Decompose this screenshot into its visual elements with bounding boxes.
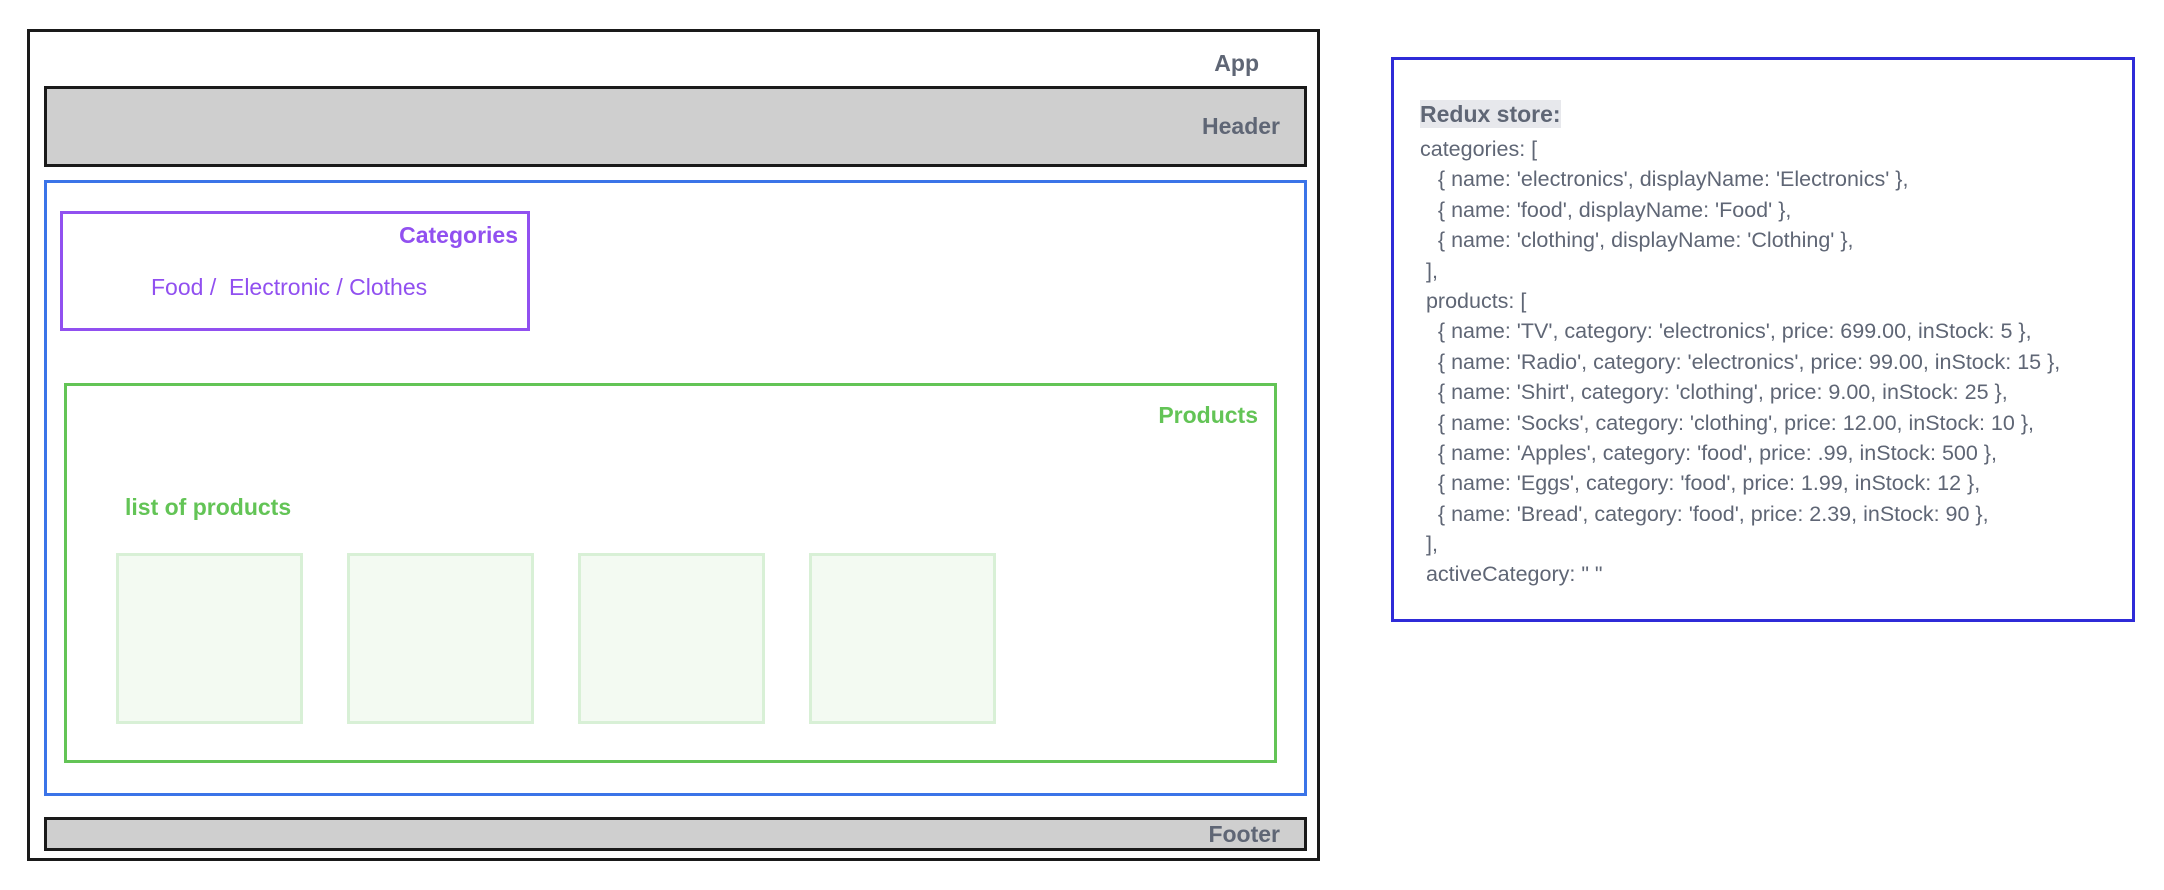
store-code-line: { name: 'clothing', displayName: 'Clothi… [1420,228,1854,253]
app-container: App Header Categories Food / Electronic … [27,29,1320,861]
store-code-line: { name: 'Apples', category: 'food', pric… [1420,440,1997,465]
store-code-line: activeCategory: " " [1420,562,1603,587]
products-title: Products [1158,402,1258,428]
redux-store-title: Redux store: [1420,100,1561,128]
header-block: Header [44,86,1307,167]
header-label: Header [1202,113,1280,139]
product-card-placeholder [347,553,534,724]
app-label: App [1214,50,1259,76]
categories-block: Categories Food / Electronic / Clothes [60,211,530,331]
store-code-line: { name: 'Bread', category: 'food', price… [1420,501,1989,526]
store-code-line: ], [1420,258,1438,283]
store-code-line: { name: 'food', displayName: 'Food' }, [1420,197,1792,222]
store-code-line: { name: 'electronics', displayName: 'Ele… [1420,167,1909,192]
products-block: Products list of products [64,383,1277,763]
store-code-line: { name: 'Eggs', category: 'food', price:… [1420,471,1981,496]
main-content-block: Categories Food / Electronic / Clothes P… [44,180,1307,796]
store-code-line: ], [1420,532,1438,557]
store-code-line: { name: 'Shirt', category: 'clothing', p… [1420,380,2008,405]
redux-store-code: categories: [ { name: 'electronics', dis… [1420,134,2132,590]
footer-block: Footer [44,817,1307,851]
products-list-label: list of products [125,494,292,520]
product-card-placeholder [116,553,303,724]
categories-title: Categories [399,222,518,248]
store-code-line: categories: [ [1420,137,1538,161]
store-code-line: { name: 'TV', category: 'electronics', p… [1420,319,2032,344]
store-code-line: products: [ [1420,288,1527,313]
store-code-line: { name: 'Radio', category: 'electronics'… [1420,349,2061,374]
redux-store-panel: Redux store: categories: [ { name: 'elec… [1391,57,2135,622]
category-links: Food / Electronic / Clothes [151,274,428,300]
store-code-line: { name: 'Socks', category: 'clothing', p… [1420,410,2034,435]
product-card-placeholder [578,553,765,724]
footer-label: Footer [1208,821,1280,847]
product-card-placeholder [809,553,996,724]
